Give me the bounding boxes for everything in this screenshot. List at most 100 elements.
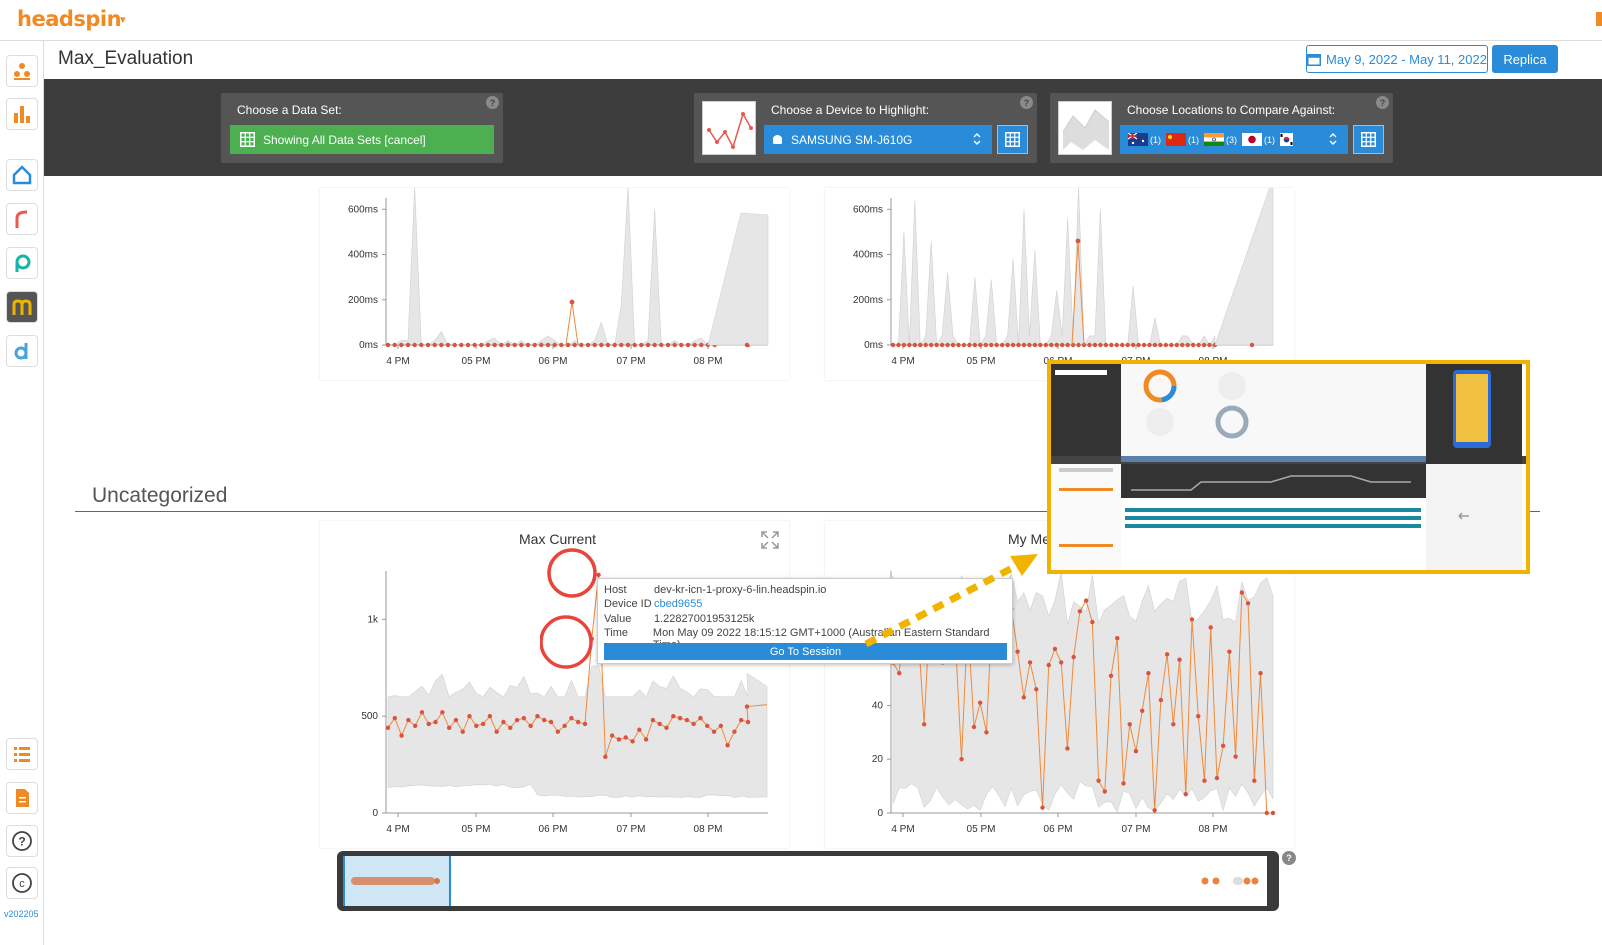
data-point (1220, 743, 1226, 748)
device-select[interactable]: SAMSUNG SM-J610G (764, 125, 992, 154)
y-tick-label: 400ms (853, 250, 883, 261)
sidebar-item-p[interactable] (6, 247, 38, 279)
replica-button[interactable]: Replica (1492, 45, 1558, 73)
sidebar-item-m[interactable] (6, 291, 38, 323)
corner-tab[interactable] (1596, 12, 1602, 26)
sidebar-item-r[interactable] (6, 203, 38, 235)
tooltip-device-link[interactable]: cbed9655 (654, 598, 702, 610)
data-point (623, 735, 628, 740)
data-point (535, 714, 540, 719)
headspin-logo[interactable]: headspin (17, 7, 122, 31)
data-point (1114, 342, 1119, 348)
session-screenshot-image (1051, 364, 1526, 570)
data-point (521, 715, 527, 721)
dataset-panel: Choose a Data Set: ? Showing All Data Se… (221, 93, 503, 163)
sidebar-item-analytics[interactable] (6, 98, 38, 130)
y-tick-label: 600ms (348, 204, 378, 215)
logo-caret-icon[interactable]: ▾ (120, 13, 126, 26)
data-point (650, 717, 656, 723)
d-app-icon (14, 343, 28, 360)
data-point (923, 342, 928, 348)
data-point (1098, 342, 1103, 348)
data-point (698, 715, 703, 721)
data-point (412, 342, 417, 348)
range-band (388, 186, 749, 346)
data-point (1043, 342, 1049, 348)
data-point (612, 342, 617, 348)
locations-help-icon[interactable]: ? (1376, 96, 1389, 109)
data-point (652, 342, 657, 348)
data-point (474, 723, 479, 729)
sidebar-item-teams[interactable] (6, 55, 38, 87)
tooltip-value: 1.22827001953125k (654, 613, 755, 625)
data-point (1070, 342, 1076, 348)
y-tick-label: 0 (877, 808, 883, 819)
data-point (1196, 714, 1201, 719)
data-point (485, 342, 491, 348)
people-icon (14, 63, 30, 80)
highlight-spike (565, 301, 579, 346)
y-tick-label: 0ms (359, 340, 378, 351)
data-point (501, 719, 506, 725)
y-tick-label: 20 (872, 754, 884, 765)
session-screenshot-preview[interactable] (1047, 360, 1530, 574)
data-point (645, 342, 651, 348)
x-tick-label: 07 PM (617, 824, 646, 835)
navigator-help-icon[interactable]: ? (1282, 851, 1296, 865)
data-point (592, 342, 597, 348)
dataset-help-icon[interactable]: ? (486, 96, 499, 109)
data-point (978, 700, 983, 705)
sidebar-item-home[interactable] (6, 159, 38, 191)
data-point (1103, 342, 1109, 348)
x-tick-label: 06 PM (539, 356, 568, 367)
data-point (1163, 342, 1169, 348)
data-point (1021, 342, 1027, 348)
data-point (532, 342, 537, 348)
sidebar-item-list[interactable] (6, 738, 38, 770)
device-help-icon[interactable]: ? (1020, 96, 1033, 109)
y-tick-label: 600ms (853, 204, 883, 215)
data-point (692, 342, 697, 348)
data-point (465, 342, 471, 348)
data-point (1127, 722, 1132, 727)
sidebar-item-docs[interactable] (6, 782, 38, 814)
flag-count: (1) (1150, 134, 1161, 145)
data-point (459, 342, 464, 348)
data-point (1133, 748, 1139, 754)
data-point (1034, 687, 1039, 692)
flag-count: (1) (1264, 134, 1275, 145)
data-point (479, 342, 484, 348)
data-point (619, 342, 624, 348)
data-point (439, 342, 444, 348)
range-band-tail (1214, 177, 1274, 346)
locations-panel: Choose Locations to Compare Against: ? (… (1050, 93, 1393, 163)
x-tick-label: 05 PM (967, 356, 996, 367)
timeline-navigator[interactable] (337, 851, 1279, 911)
data-point (1171, 722, 1176, 727)
device-grid-button[interactable] (997, 125, 1028, 154)
sidebar-item-d[interactable] (6, 335, 38, 367)
grid-icon (1005, 132, 1020, 147)
copyright-icon: c (12, 873, 32, 893)
dataset-cancel-button[interactable]: Showing All Data Sets [cancel] (230, 125, 494, 154)
sidebar-item-help[interactable]: ? (6, 825, 38, 857)
locations-grid-button[interactable] (1353, 125, 1384, 154)
data-point (625, 342, 631, 348)
data-point (585, 342, 591, 348)
data-point (1258, 670, 1263, 676)
data-point (897, 670, 902, 676)
data-point (603, 754, 608, 760)
data-point (1196, 342, 1201, 348)
data-point (999, 342, 1005, 348)
data-point (983, 342, 988, 348)
sidebar-item-copyright[interactable]: c (6, 867, 38, 899)
date-range-button[interactable]: May 9, 2022 - May 11, 2022 (1306, 45, 1488, 73)
data-point (918, 342, 923, 348)
data-point (440, 710, 445, 715)
data-point (432, 342, 437, 348)
y-tick-label: 200ms (348, 295, 378, 306)
data-point (984, 730, 989, 735)
navigator-track[interactable] (343, 856, 1267, 906)
data-point (1147, 342, 1152, 348)
locations-select[interactable]: (1) (1) (3) (1) (1120, 125, 1348, 154)
